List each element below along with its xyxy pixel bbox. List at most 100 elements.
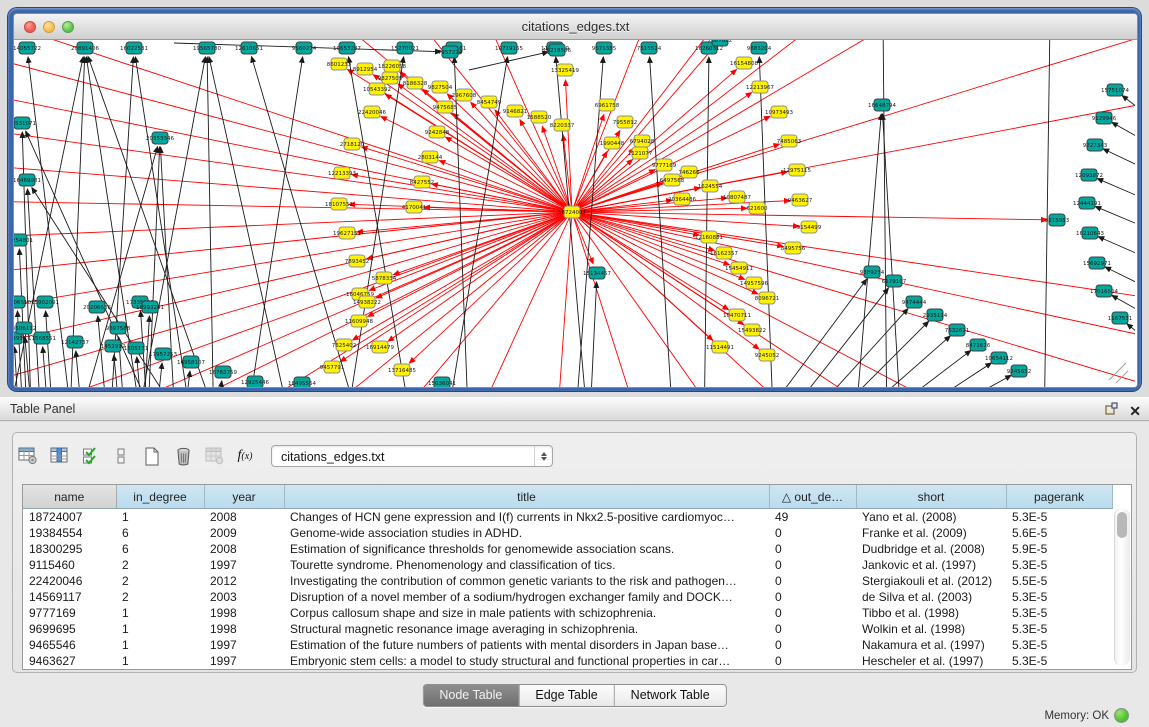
table-row[interactable]: 969969511998Structural magnetic resonanc… (23, 621, 1112, 637)
graph-node[interactable]: 8427552 (410, 176, 435, 188)
graph-node[interactable]: 12213967 (746, 81, 774, 93)
graph-node[interactable]: 10470711 (723, 309, 751, 321)
graph-node[interactable]: 15692971 (1083, 257, 1111, 269)
graph-node[interactable]: 12610651 (235, 42, 263, 54)
graph-node[interactable]: 9827504 (428, 81, 453, 93)
graph-node[interactable]: 9827509 (378, 72, 403, 84)
graph-node[interactable]: 1451912 (101, 340, 126, 352)
graph-node[interactable]: 11514491 (706, 341, 734, 353)
show-columns-icon[interactable] (48, 445, 70, 467)
network-canvas[interactable]: 1872400714055722208914061602253119565780… (14, 40, 1137, 387)
graph-node[interactable]: 4170041 (402, 201, 427, 213)
graph-node[interactable]: 17016504 (1090, 285, 1118, 297)
graph-node[interactable]: 18226058 (378, 60, 406, 72)
graph-node[interactable]: 9474444 (902, 296, 927, 308)
graph-node[interactable]: 7955812 (613, 116, 638, 128)
new-table-icon[interactable] (141, 445, 163, 467)
graph-node[interactable]: 7632621 (945, 324, 970, 336)
column-header-short[interactable]: short (856, 485, 1006, 509)
graph-node[interactable]: 20353346 (146, 132, 174, 144)
column-header-in_degree[interactable]: in_degree (116, 485, 204, 509)
delete-table-icon[interactable] (172, 445, 194, 467)
graph-node[interactable]: 15751074 (1101, 84, 1129, 96)
citation-network-graph[interactable]: 1872400714055722208914061602253119565780… (14, 40, 1135, 387)
graph-node[interactable]: 8220337 (550, 119, 575, 131)
graph-node[interactable]: 9457791 (320, 361, 345, 373)
graph-node[interactable]: 11609948 (345, 315, 373, 327)
delete-column-icon[interactable] (203, 445, 225, 467)
function-builder-icon[interactable]: f(x) (234, 445, 256, 467)
column-header-pagerank[interactable]: pagerank (1006, 485, 1112, 509)
graph-node[interactable]: 1167531 (1108, 312, 1133, 324)
table-row[interactable]: 1830029562008Estimation of significance … (23, 541, 1112, 557)
graph-node[interactable]: 7893452 (345, 255, 370, 267)
graph-node[interactable]: 746266 (679, 166, 700, 178)
graph-node[interactable]: 8215953 (1045, 214, 1070, 226)
graph-node[interactable]: 14055722 (14, 42, 41, 54)
select-all-rows-icon[interactable] (79, 445, 101, 467)
graph-node[interactable]: 17957253 (149, 348, 177, 360)
column-header-year[interactable]: year (204, 485, 284, 509)
graph-node[interactable]: 6794028 (630, 135, 655, 147)
tab-edge-table[interactable]: Edge Table (519, 685, 614, 706)
graph-node[interactable]: 9697588 (106, 322, 131, 334)
graph-node[interactable]: 5878334 (372, 272, 397, 284)
graph-node[interactable]: 9389234 (860, 266, 885, 278)
graph-node[interactable]: 16022531 (120, 42, 148, 54)
graph-node[interactable]: 15270021 (391, 42, 419, 54)
graph-node[interactable]: 9242848 (425, 126, 450, 138)
graph-node[interactable]: 20206536 (83, 301, 111, 313)
close-panel-icon[interactable]: ✕ (1129, 403, 1141, 419)
graph-node[interactable]: 16648794 (868, 99, 896, 111)
graph-node[interactable]: 7515524 (637, 42, 662, 54)
graph-node[interactable]: 9245052 (755, 349, 780, 361)
graph-node[interactable]: 9475685 (433, 101, 458, 113)
graph-node[interactable]: 9560274 (292, 42, 317, 54)
graph-node[interactable]: 12213393 (328, 167, 356, 179)
table-row[interactable]: 911546021997Tourette syndrome. Phenomeno… (23, 557, 1112, 573)
graph-node[interactable]: 19627151 (333, 227, 361, 239)
graph-node[interactable]: 8471676 (966, 339, 991, 351)
graph-node[interactable]: 9245652 (1007, 365, 1032, 377)
graph-node[interactable]: 8186328 (403, 77, 428, 89)
column-header-title[interactable]: title (284, 485, 769, 509)
table-row[interactable]: 946362711997Embryonic stem cells: a mode… (23, 653, 1112, 669)
graph-node[interactable]: 1121077 (628, 147, 653, 159)
graph-node[interactable]: 8912954 (353, 63, 378, 75)
graph-node[interactable]: 18495564 (288, 377, 316, 387)
table-selector-dropdown[interactable]: citations_edges.txt (271, 445, 553, 467)
graph-node[interactable]: 2935114 (923, 309, 948, 321)
graph-node[interactable]: 20531071 (14, 117, 36, 129)
graph-node[interactable]: 9129946 (1092, 112, 1117, 124)
graph-node[interactable]: 20891406 (71, 42, 99, 54)
graph-node[interactable]: 9154499 (797, 221, 822, 233)
graph-node[interactable]: 10654112 (985, 352, 1013, 364)
table-row[interactable]: 977716911998Corpus callosum shape and si… (23, 605, 1112, 621)
network-window-titlebar[interactable]: citations_edges.txt (14, 14, 1137, 40)
float-panel-icon[interactable] (1104, 401, 1119, 421)
table-scrollbar-thumb[interactable] (1117, 512, 1127, 538)
graph-node[interactable]: 10543392 (363, 83, 391, 95)
graph-node[interactable]: 8601233 (327, 58, 352, 70)
graph-node[interactable]: 16469981 (14, 174, 41, 186)
graph-node[interactable]: 6961758 (595, 99, 620, 111)
graph-node[interactable]: 10719155 (495, 42, 523, 54)
graph-node[interactable]: 8096721 (755, 292, 780, 304)
table-scrollbar[interactable] (1114, 508, 1130, 666)
graph-node[interactable]: 1505131 (124, 342, 149, 354)
graph-node[interactable]: 11568551 (28, 332, 56, 344)
graph-node[interactable]: 2803144 (418, 151, 443, 163)
graph-node[interactable]: 9777169 (652, 159, 677, 171)
graph-node[interactable]: 13716485 (388, 364, 416, 376)
tab-node-table[interactable]: Node Table (423, 685, 519, 706)
table-row[interactable]: 2242004622012Investigating the contribut… (23, 573, 1112, 589)
table-row[interactable]: 1456911722003Disruption of a novel membe… (23, 589, 1112, 605)
graph-node[interactable]: 16162357 (710, 247, 738, 259)
graph-node[interactable]: 15036041 (428, 377, 456, 387)
graph-node[interactable]: 621600 (747, 202, 768, 214)
graph-node[interactable]: 16154808 (730, 57, 758, 69)
graph-node[interactable]: 7625402 (332, 339, 357, 351)
graph-node[interactable]: 13325419 (551, 64, 579, 76)
graph-node[interactable]: 25206510 (14, 296, 31, 308)
table-row[interactable]: 1872400712008Changes of HCN gene express… (23, 509, 1112, 526)
